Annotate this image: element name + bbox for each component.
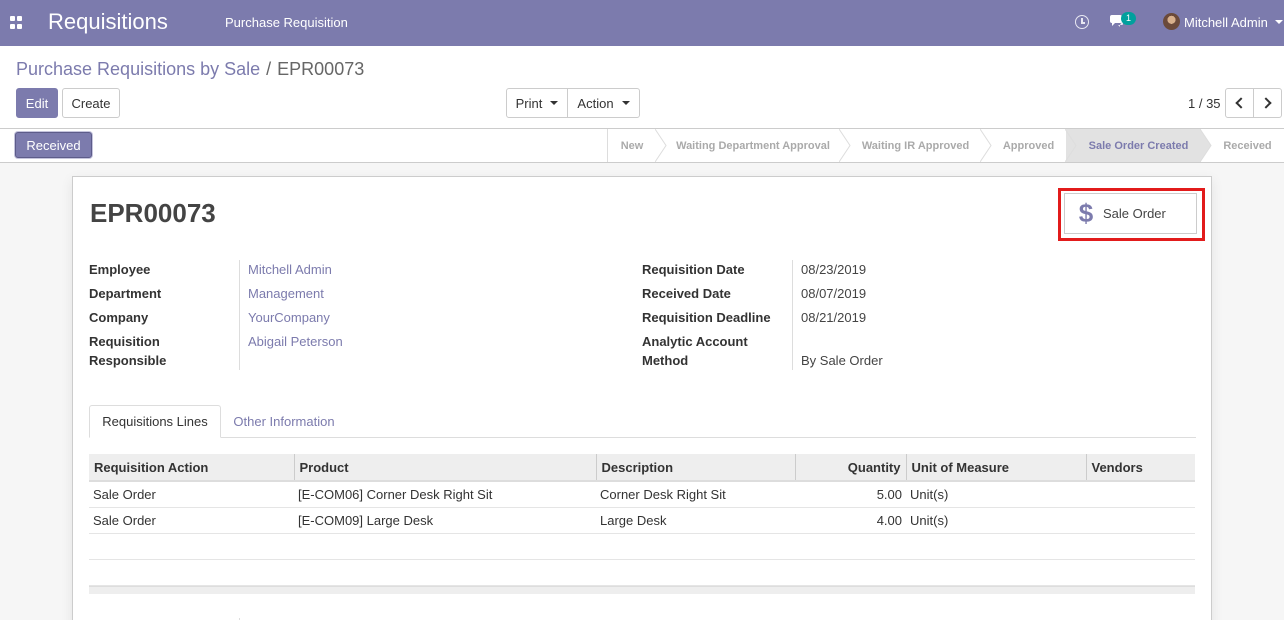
smart-button-label: Sale Order: [1103, 206, 1166, 221]
cell-product: [E-COM09] Large Desk: [294, 507, 596, 534]
user-menu[interactable]: Mitchell Admin: [1184, 15, 1268, 30]
pager-value[interactable]: 1 / 35: [1188, 96, 1221, 111]
tab-other-information[interactable]: Other Information: [221, 405, 347, 438]
requisition-responsible-field[interactable]: Abigail Peterson: [248, 332, 343, 351]
breadcrumb-current: EPR00073: [277, 59, 365, 79]
form-sheet: EPR00073 $ Sale Order Employee Mitchell …: [72, 176, 1212, 620]
chevron-left-icon: [1235, 97, 1247, 109]
status-stage-waiting-ir-approved[interactable]: Waiting IR Approved: [840, 129, 981, 162]
stage-separator-icon: [655, 129, 667, 162]
action-label: Action: [577, 95, 614, 111]
cell-description: Large Desk: [596, 507, 795, 534]
table-footer: [89, 586, 1195, 594]
empty-table-row: [89, 559, 1195, 586]
tab-requisitions-lines[interactable]: Requisitions Lines: [89, 405, 221, 438]
breadcrumb-separator: /: [266, 59, 272, 79]
app-title: Requisitions: [48, 9, 168, 34]
table-row[interactable]: Sale Order [E-COM09] Large Desk Large De…: [89, 507, 1195, 534]
employee-field[interactable]: Mitchell Admin: [248, 260, 332, 279]
cell-requisition-action: Sale Order: [89, 481, 294, 508]
requisition-date-label: Requisition Date: [642, 262, 745, 277]
breadcrumb: Purchase Requisitions by Sale / EPR00073: [16, 59, 364, 80]
activity-clock-icon[interactable]: [1075, 15, 1089, 29]
pager-previous-button[interactable]: [1225, 88, 1254, 118]
analytic-account-method-label: Analytic Account Method: [642, 334, 748, 368]
stage-separator-icon: [980, 129, 992, 162]
edit-button[interactable]: Edit: [16, 88, 58, 118]
print-label: Print: [515, 95, 543, 111]
department-label: Department: [89, 286, 162, 301]
control-panel: Purchase Requisitions by Sale / EPR00073 E…: [0, 46, 1284, 129]
stage-separator-icon: [607, 129, 608, 162]
caret-down-icon: [550, 101, 559, 105]
requisition-deadline-label: Requisition Deadline: [642, 310, 771, 325]
sale-order-smart-button[interactable]: $ Sale Order: [1064, 193, 1197, 234]
requisition-deadline-field[interactable]: 08/21/2019: [801, 308, 866, 327]
cell-description: Corner Desk Right Sit: [596, 481, 795, 508]
pager-next-button[interactable]: [1253, 88, 1282, 118]
cell-requisition-action: Sale Order: [89, 507, 294, 534]
column-header-product[interactable]: Product: [294, 454, 597, 482]
table-row[interactable]: Sale Order [E-COM06] Corner Desk Right S…: [89, 481, 1195, 508]
create-button[interactable]: Create: [62, 88, 120, 118]
cell-quantity: 5.00: [795, 481, 906, 508]
stage-separator-icon: [839, 129, 851, 162]
company-field[interactable]: YourCompany: [248, 308, 330, 327]
status-stage-waiting-department-approval[interactable]: Waiting Department Approval: [656, 129, 840, 162]
print-dropdown[interactable]: Print: [506, 88, 568, 118]
user-avatar[interactable]: [1163, 13, 1180, 30]
status-bar: Received New Waiting Department Approval W…: [0, 129, 1284, 163]
received-date-label: Received Date: [642, 286, 731, 301]
record-title: EPR00073: [90, 198, 216, 228]
table-header-row: Requisition Action Product Description Q…: [89, 454, 1195, 482]
cell-quantity: 4.00: [795, 507, 906, 534]
breadcrumb-parent-link[interactable]: Purchase Requisitions by Sale: [16, 59, 260, 79]
message-count-badge: 1: [1121, 12, 1136, 25]
apps-menu-icon[interactable]: [10, 16, 23, 29]
requisition-responsible-label: Requisition Responsible: [89, 334, 167, 368]
top-navbar: Requisitions Purchase Requisition 1 Mitc…: [0, 0, 1284, 46]
chevron-right-icon: [1260, 97, 1272, 109]
status-stage-sale-order-created[interactable]: Sale Order Created: [1066, 129, 1201, 162]
requisition-date-field[interactable]: 08/23/2019: [801, 260, 866, 279]
received-button[interactable]: Received: [15, 132, 92, 158]
right-group-divider: [792, 260, 793, 370]
cell-unit-of-measure: Unit(s): [906, 507, 1086, 534]
stage-separator-icon: [1065, 129, 1077, 162]
chevron-down-icon[interactable]: [1275, 20, 1283, 24]
cell-vendors: [1086, 507, 1195, 534]
requisition-lines-table: Requisition Action Product Description Q…: [89, 454, 1195, 586]
column-header-quantity[interactable]: Quantity: [795, 454, 907, 482]
empty-table-row: [89, 533, 1195, 560]
analytic-account-method-field[interactable]: By Sale Order: [801, 351, 883, 370]
action-dropdown[interactable]: Action: [567, 88, 640, 118]
menu-purchase-requisition[interactable]: Purchase Requisition: [225, 15, 348, 30]
cell-product: [E-COM06] Corner Desk Right Sit: [294, 481, 596, 508]
stage-separator-icon: [1200, 129, 1212, 162]
column-header-vendors[interactable]: Vendors: [1086, 454, 1195, 482]
cell-vendors: [1086, 481, 1195, 508]
department-field[interactable]: Management: [248, 284, 324, 303]
column-header-unit-of-measure[interactable]: Unit of Measure: [906, 454, 1087, 482]
company-label: Company: [89, 310, 149, 325]
employee-label: Employee: [89, 262, 151, 277]
column-header-requisition-action[interactable]: Requisition Action: [89, 454, 295, 482]
dollar-icon: $: [1078, 198, 1094, 228]
received-date-field[interactable]: 08/07/2019: [801, 284, 866, 303]
notebook-tabs: Requisitions Lines Other Information: [89, 405, 1196, 438]
column-header-description[interactable]: Description: [596, 454, 796, 482]
caret-down-icon: [621, 101, 630, 105]
left-group-divider: [239, 260, 240, 370]
cell-unit-of-measure: Unit(s): [906, 481, 1086, 508]
